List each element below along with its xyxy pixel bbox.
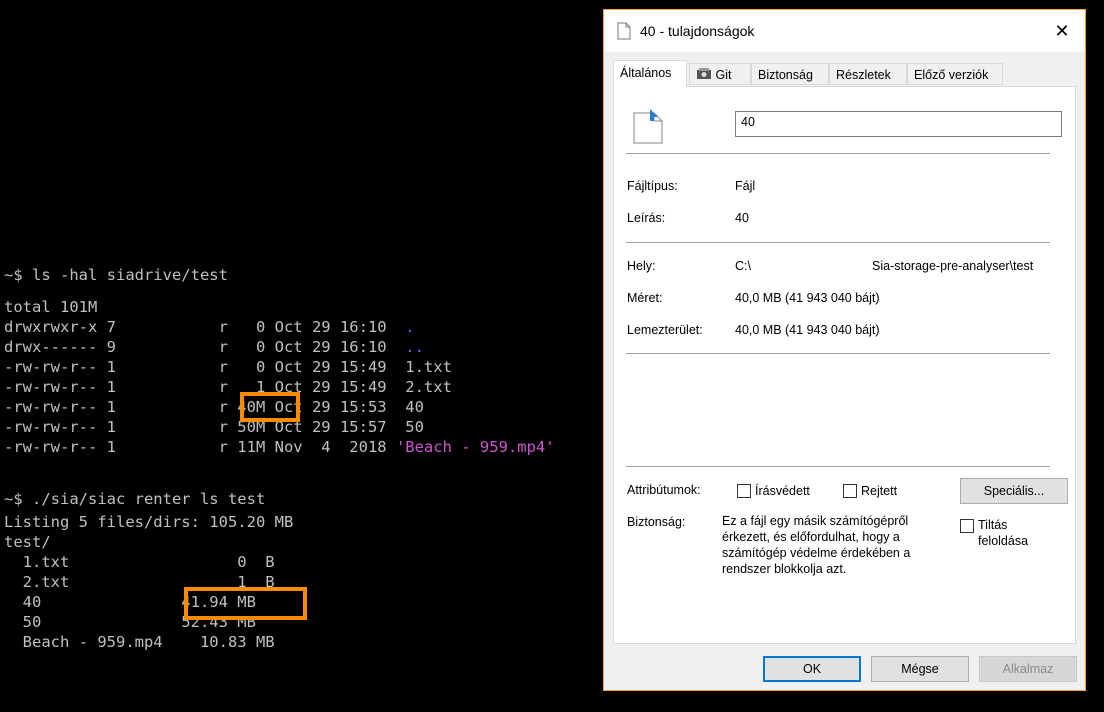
- properties-dialog: 40 - tulajdonságok ✕ Általános Git Bizto…: [603, 9, 1086, 691]
- terminal-line: -rw-rw-r-- 1 r 50M Oct 29 15:57 50: [4, 417, 424, 437]
- close-icon[interactable]: ✕: [1051, 20, 1073, 42]
- dialog-title: 40 - tulajdonságok: [640, 23, 755, 39]
- ok-button[interactable]: OK: [763, 656, 861, 682]
- terminal-line: -rw-rw-r-- 1 r 1 Oct 29 15:49 2.txt: [4, 377, 452, 397]
- terminal-line: ~$ ls -hal siadrive/test: [4, 265, 228, 285]
- location-value-path: Sia-storage-pre-analyser\test: [872, 259, 1034, 273]
- location-value-drive: C:\: [735, 259, 751, 273]
- separator: [626, 466, 1050, 467]
- directory-name: ..: [405, 338, 424, 356]
- terminal-line-text: -rw-rw-r-- 1 r 0 Oct 29 15:49 1.txt: [4, 358, 452, 376]
- title-bar: 40 - tulajdonságok ✕: [604, 10, 1085, 52]
- terminal-line-text: drwxrwxr-x 7 r 0 Oct 29 16:10: [4, 318, 406, 336]
- size-value: 40,0 MB (41 943 040 bájt): [735, 291, 880, 305]
- terminal-line: drwxrwxr-x 7 r 0 Oct 29 16:10 .: [4, 317, 415, 337]
- tab-altalanos[interactable]: Általános: [613, 60, 687, 87]
- hidden-label: Rejtett: [861, 484, 898, 498]
- description-value: 40: [735, 211, 749, 225]
- highlight-box-ls-size: [240, 392, 300, 422]
- size-label: Méret:: [627, 291, 663, 305]
- security-label: Biztonság:: [627, 515, 686, 529]
- git-icon: [696, 66, 712, 80]
- separator: [626, 242, 1050, 243]
- tab-reszletek[interactable]: Részletek: [829, 63, 907, 85]
- tab-label: Biztonság: [758, 68, 813, 82]
- terminal-line: 1.txt 0 B: [4, 552, 275, 572]
- terminal-line-text: ~$ ls -hal siadrive/test: [4, 266, 228, 284]
- tab-git[interactable]: Git: [689, 63, 751, 85]
- terminal-line: -rw-rw-r-- 1 r 0 Oct 29 15:49 1.txt: [4, 357, 452, 377]
- tab-label: Git: [715, 68, 732, 82]
- readonly-label: Írásvédett: [755, 484, 810, 498]
- terminal-line-text: Beach - 959.mp4 10.83 MB: [4, 633, 275, 651]
- hidden-checkbox[interactable]: [843, 484, 857, 498]
- terminal-line: -rw-rw-r-- 1 r 11M Nov 4 2018 'Beach - 9…: [4, 437, 555, 457]
- terminal-line: Beach - 959.mp4 10.83 MB: [4, 632, 275, 652]
- terminal-line-text: ~$ ./sia/siac renter ls test: [4, 490, 266, 508]
- apply-button[interactable]: Alkalmaz: [979, 656, 1077, 682]
- terminal-line-text: test/: [4, 533, 51, 551]
- terminal-line: ~$ ./sia/siac renter ls test: [4, 489, 265, 509]
- location-label: Hely:: [627, 259, 656, 273]
- security-warning-text: Ez a fájl egy másik számítógépről érkeze…: [722, 514, 911, 576]
- directory-name: .: [405, 318, 415, 336]
- terminal-line: total 101M: [4, 297, 97, 317]
- tab-label: Előző verziók: [914, 68, 989, 82]
- terminal-line-text: -rw-rw-r-- 1 r 40M Oct 29 15:53 40: [4, 398, 424, 416]
- separator: [626, 153, 1050, 154]
- terminal-line-text: Listing 5 files/dirs: 105.20 MB: [4, 513, 294, 531]
- cancel-button[interactable]: Mégse: [871, 656, 969, 682]
- special-button[interactable]: Speciális...: [960, 478, 1068, 504]
- separator: [626, 353, 1050, 354]
- terminal-line-text: 1.txt 0 B: [4, 553, 275, 571]
- description-label: Leírás:: [627, 211, 666, 225]
- file-type-label: Fájltípus:: [627, 179, 678, 193]
- tab-label: Általános: [620, 66, 672, 80]
- terminal-line: test/: [4, 532, 51, 552]
- disk-size-label: Lemezterület:: [627, 323, 703, 337]
- unblock-label: Tiltás feloldása: [978, 518, 1029, 548]
- terminal-line: Listing 5 files/dirs: 105.20 MB: [4, 512, 293, 532]
- attributes-label: Attribútumok:: [627, 483, 701, 497]
- readonly-checkbox[interactable]: [737, 484, 751, 498]
- terminal-line-text: -rw-rw-r-- 1 r 1 Oct 29 15:49 2.txt: [4, 378, 452, 396]
- tab-label: Részletek: [836, 68, 891, 82]
- media-file-name: 'Beach - 959.mp4': [395, 438, 555, 456]
- tab-biztonsag[interactable]: Biztonság: [751, 63, 829, 85]
- terminal-line-text: -rw-rw-r-- 1 r 50M Oct 29 15:57 50: [4, 418, 424, 436]
- file-shortcut-icon: [633, 109, 663, 144]
- file-name-input[interactable]: 40: [735, 111, 1062, 137]
- tab-elozo-verziok[interactable]: Előző verziók: [907, 63, 1003, 85]
- highlight-box-siac-size: [184, 587, 307, 620]
- terminal-line-text: total 101M: [4, 298, 98, 316]
- file-icon: [617, 22, 631, 40]
- terminal-line: -rw-rw-r-- 1 r 40M Oct 29 15:53 40: [4, 397, 424, 417]
- terminal-line-text: drwx------ 9 r 0 Oct 29 16:10: [4, 338, 406, 356]
- disk-size-value: 40,0 MB (41 943 040 bájt): [735, 323, 880, 337]
- general-panel: 40 Fájltípus: Fájl Leírás: 40 Hely: C:\ …: [613, 86, 1076, 644]
- file-type-value: Fájl: [735, 179, 756, 193]
- terminal-line: drwx------ 9 r 0 Oct 29 16:10 ..: [4, 337, 424, 357]
- unblock-checkbox[interactable]: [960, 519, 974, 533]
- terminal-line-text: -rw-rw-r-- 1 r 11M Nov 4 2018: [4, 438, 396, 456]
